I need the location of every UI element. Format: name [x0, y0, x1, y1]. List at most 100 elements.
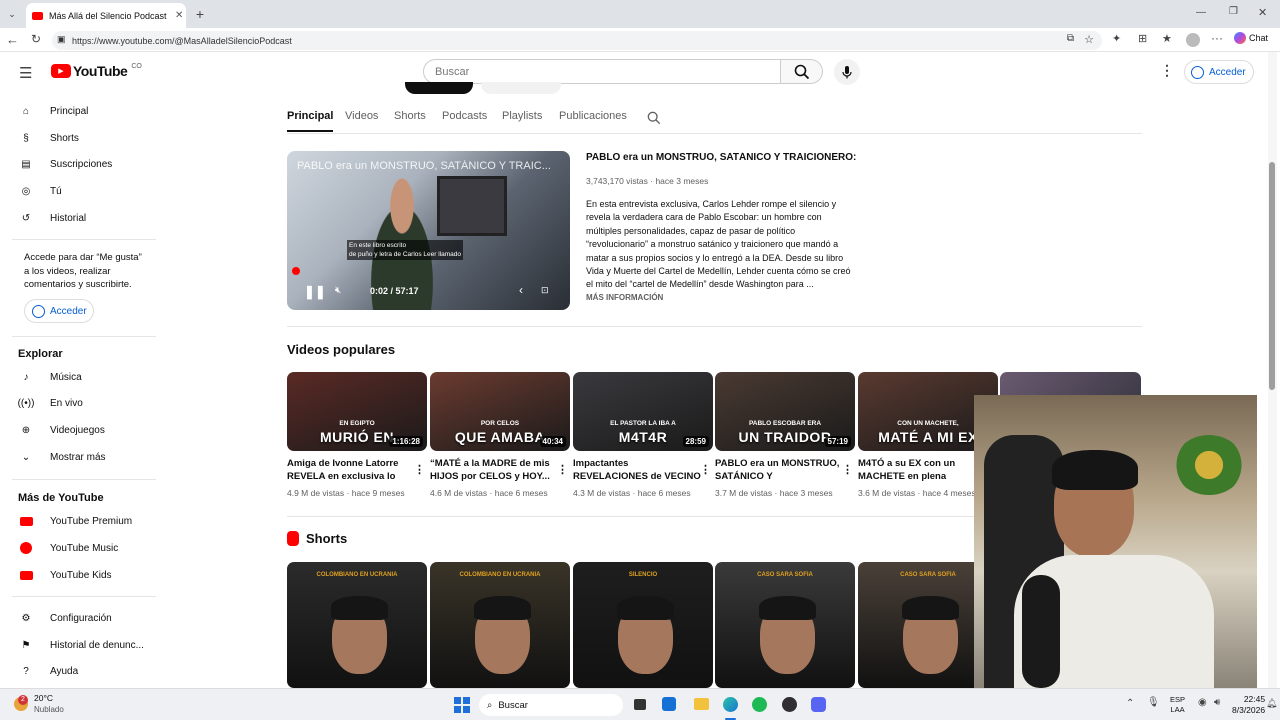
reload-icon[interactable]: ↻ [31, 32, 41, 46]
split-screen-icon[interactable]: ⊞ [1138, 32, 1147, 45]
voice-search-button[interactable] [834, 59, 860, 85]
video-title[interactable]: “MATÉ a la MADRE de mis HIJOS por CELOS … [430, 457, 570, 483]
video-title[interactable]: PABLO era un MONSTRUO, SATÁNICO Y TRAICI… [715, 457, 855, 483]
settings-dots-icon[interactable]: ⋮ [1160, 62, 1174, 79]
webcam-plant [1174, 435, 1244, 495]
discord-icon[interactable] [811, 697, 826, 712]
featured-video-player[interactable]: PABLO era un MONSTRUO, SATÁNICO Y TRAIC.… [287, 151, 570, 310]
video-menu-icon[interactable]: ⋮ [842, 463, 853, 476]
clock[interactable]: 22:45 8/3/2026 [1232, 694, 1265, 716]
taskbar-search[interactable]: ⌕ Buscar [479, 694, 623, 716]
thumb-subtext: POR CELOS [480, 420, 520, 427]
tab-playlists[interactable]: Playlists [502, 110, 542, 122]
sidebar-item-videojuegos[interactable]: ⊕ Videojuegos [18, 418, 158, 442]
site-info-icon[interactable]: ▣ [57, 34, 66, 45]
signin-button[interactable]: Acceder [1184, 60, 1254, 84]
weather-widget[interactable]: 2 20°C Nublado [14, 693, 64, 715]
sidebar-item-shorts[interactable]: § Shorts [18, 126, 158, 150]
volume-icon[interactable]: 🔊︎ [1214, 697, 1220, 708]
sidebar-item-mostrar-mas[interactable]: ⌄ Mostrar más [18, 445, 158, 469]
new-tab-icon[interactable]: + [192, 6, 208, 22]
profile-avatar[interactable] [1186, 33, 1200, 47]
video-thumbnail[interactable]: EL PASTOR LA IBA A M4T4R 28:59 [573, 372, 713, 451]
edge-browser-icon[interactable] [723, 697, 738, 712]
video-thumbnail[interactable]: EN EGIPTO MURIÓ EN 1:16:28 [287, 372, 427, 451]
video-card[interactable]: EL PASTOR LA IBA A M4T4R 28:59 Impactantes … [573, 372, 713, 498]
video-duration: 1:16:28 [389, 436, 423, 447]
restore-icon[interactable]: ❐ [1229, 6, 1238, 17]
sidebar-item-configuracion[interactable]: ⚙ Configuración [18, 606, 158, 630]
tab-publicaciones[interactable]: Publicaciones [559, 110, 627, 122]
search-input[interactable]: Buscar [423, 59, 781, 84]
video-title[interactable]: Amiga de Ivonne Latorre REVELA en exclus… [287, 457, 427, 483]
video-card[interactable]: PABLO ESCOBAR ERA UN TRAIDOR 57:19 PABLO er… [715, 372, 855, 498]
minimize-icon[interactable]: — [1196, 7, 1206, 18]
search-icon: ⌕ [487, 699, 493, 711]
start-button[interactable] [454, 697, 470, 713]
short-card[interactable]: COLOMBIANO EN UCRANIA [430, 562, 570, 688]
sidebar-item-yt-music[interactable]: YouTube Music [18, 536, 158, 560]
short-card[interactable]: CASO SARA SOFIA [715, 562, 855, 688]
close-tab-icon[interactable]: ✕ [175, 10, 183, 21]
video-menu-icon[interactable]: ⋮ [700, 463, 711, 476]
sidebar-item-tu[interactable]: ◎ Tú [18, 179, 158, 203]
read-aloud-icon[interactable]: ⧉ [1067, 33, 1074, 44]
tab-shorts[interactable]: Shorts [394, 110, 426, 122]
tab-videos[interactable]: Videos [345, 110, 378, 122]
video-menu-icon[interactable]: ⋮ [557, 463, 568, 476]
chevron-left-icon[interactable]: ‹ [519, 283, 523, 297]
video-thumbnail[interactable]: PABLO ESCOBAR ERA UN TRAIDOR 57:19 [715, 372, 855, 451]
video-title[interactable]: Impactantes REVELACIONES de VECINO que S… [573, 457, 713, 483]
short-card[interactable]: SILENCIO [573, 562, 713, 688]
spotify-icon[interactable] [752, 697, 767, 712]
back-icon[interactable]: ← [6, 32, 19, 47]
live-icon: ((•)) [17, 397, 35, 409]
webcam-microphone [1022, 575, 1060, 688]
file-explorer-icon[interactable] [694, 698, 709, 710]
sidebar-item-ayuda[interactable]: ? Ayuda [18, 659, 158, 683]
video-menu-icon[interactable]: ⋮ [414, 463, 425, 476]
tab-podcasts[interactable]: Podcasts [442, 110, 487, 122]
sidebar-item-yt-premium[interactable]: YouTube Premium [18, 509, 158, 533]
sidebar-item-principal[interactable]: ⌂ Principal [18, 99, 158, 123]
extensions-icon[interactable]: ✦ [1112, 32, 1121, 45]
bookmark-star-icon[interactable]: ☆ [1084, 33, 1094, 46]
video-thumbnail[interactable]: POR CELOS QUE AMABA 40:34 [430, 372, 570, 451]
sidebar-item-historial-denuncias[interactable]: ⚑ Historial de denunc... [18, 633, 158, 657]
close-window-icon[interactable]: ✕ [1258, 6, 1267, 19]
captions-icon[interactable]: ⊡ [541, 285, 549, 296]
video-card[interactable]: POR CELOS QUE AMABA 40:34 “MATÉ a la MADRE … [430, 372, 570, 498]
task-view-icon[interactable] [634, 699, 646, 710]
page-scrollbar-thumb[interactable] [1269, 162, 1275, 390]
short-card[interactable]: COLOMBIANO EN UCRANIA [287, 562, 427, 688]
featured-title[interactable]: PABLO era un MONSTRUO, SATÁNICO Y TRAICI… [586, 152, 856, 163]
sidebar-item-historial[interactable]: ↺ Historial [18, 206, 158, 230]
notifications-icon[interactable]: 🔔︎ [1266, 698, 1277, 709]
sidebar-signin-button[interactable]: Acceder [24, 299, 94, 323]
pause-icon[interactable]: ❚❚ [304, 284, 326, 300]
language-indicator[interactable]: ESP LAA [1170, 695, 1185, 715]
url-field[interactable]: ▣ https://www.youtube.com/@MasAlladelSil… [52, 31, 1102, 50]
mic-tray-icon[interactable]: 🎙︎ [1147, 697, 1160, 708]
sidebar-item-suscripciones[interactable]: ▤ Suscripciones [18, 152, 158, 176]
more-info-link[interactable]: MÁS INFORMACIÓN [586, 293, 663, 302]
player-progress-dot[interactable] [292, 267, 300, 275]
tab-list-icon[interactable]: ⌄ [5, 7, 19, 21]
favorites-icon[interactable]: ★ [1162, 32, 1172, 45]
sidebar-item-yt-kids[interactable]: YouTube Kids [18, 563, 158, 587]
caption-line: de puño y letra de Carlos Leer llamado [349, 251, 462, 258]
tab-principal[interactable]: Principal [287, 110, 334, 132]
sidebar-item-en-vivo[interactable]: ((•)) En vivo [18, 391, 158, 415]
more-menu-icon[interactable]: ··· [1211, 31, 1223, 45]
copilot-chat-button[interactable]: Chat [1234, 32, 1268, 44]
obs-icon[interactable] [782, 697, 797, 712]
mute-icon[interactable]: 🔇︎ [335, 285, 341, 296]
search-button[interactable] [781, 59, 823, 84]
channel-search-button[interactable] [647, 111, 661, 130]
sidebar-item-musica[interactable]: ♪ Música [18, 365, 158, 389]
video-card[interactable]: EN EGIPTO MURIÓ EN 1:16:28 Amiga de Ivonne … [287, 372, 427, 498]
browser-tab[interactable]: Más Allá del Silencio Podcast - YouTube … [26, 3, 186, 28]
widgets-icon[interactable] [662, 697, 676, 711]
tray-chevron-up-icon[interactable]: ⌃ [1126, 698, 1134, 709]
wifi-icon[interactable]: ◉ [1198, 697, 1207, 708]
